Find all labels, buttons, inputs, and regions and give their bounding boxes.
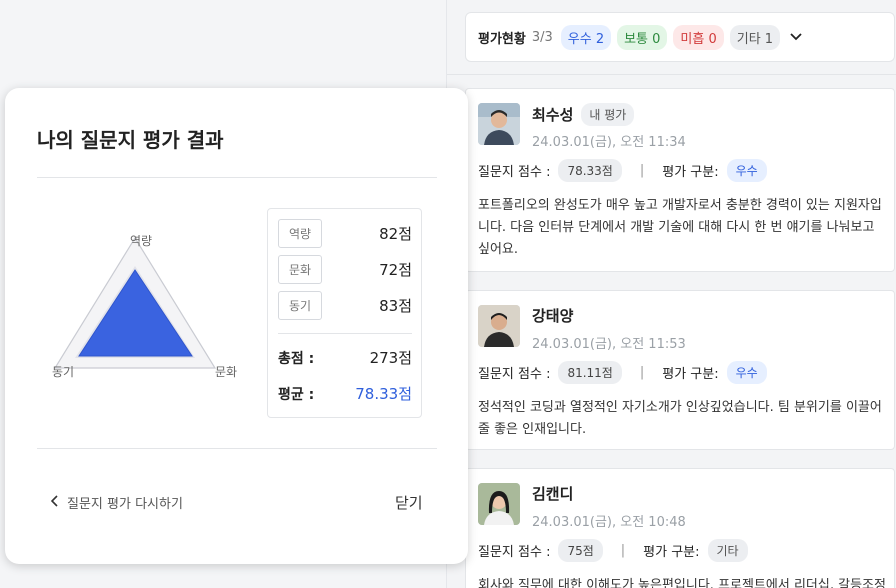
total-value: 273점: [369, 349, 412, 367]
score-label: 질문지 점수 :: [478, 545, 551, 560]
evaluation-card: 최수성 내 평가 24.03.01(금), 오전 11:34 질문지 점수 : …: [465, 88, 895, 272]
score-tag: 동기: [278, 291, 323, 320]
divider: [37, 448, 437, 449]
name-row: 김캔디: [532, 483, 573, 504]
chip-good[interactable]: 우수 2: [560, 24, 612, 50]
close-button[interactable]: 닫기: [395, 492, 423, 513]
score-row-capability: 역량 82점: [278, 219, 412, 248]
avatar: [478, 103, 520, 145]
evaluation-comment: 포트폴리오의 완성도가 매우 높고 개발자로서 충분한 경력이 있는 지원자입니…: [478, 198, 882, 257]
evaluation-comment: 정석적인 코딩과 열정적인 자기소개가 인상깊었습니다. 팀 분위기를 이끌어 …: [478, 400, 882, 437]
name-row: 강태양: [532, 305, 573, 326]
evaluator-name: 김캔디: [532, 485, 574, 503]
divider: [278, 333, 412, 334]
score-row-motivation: 동기 83점: [278, 291, 412, 320]
type-label: 평가 구분:: [662, 367, 719, 382]
name-row: 최수성 내 평가: [532, 103, 635, 126]
evaluation-list-panel: 평가현황 3/3 우수 2 보통 0 미흡 0 기타 1 최수성 내 평가 24…: [446, 0, 896, 588]
status-title: 평가현황: [478, 31, 526, 47]
divider: [447, 74, 896, 75]
my-evaluation-badge: 내 평가: [581, 103, 635, 126]
my-evaluation-result-modal: 나의 질문지 평가 결과 역량 동기 문화 역량 82점 문화 72점 동기 8…: [5, 88, 468, 564]
score-tag: 역량: [278, 219, 323, 248]
total-label: 총점 :: [278, 350, 315, 367]
evaluation-date: 24.03.01(금), 오전 11:34: [532, 135, 686, 150]
score-value: 82점: [379, 225, 412, 243]
separator: |: [639, 163, 645, 178]
evaluation-comment: 회사와 직무에 대한 이해도가 높은편입니다. 프로젝트에서 리더십, 갈등조정: [478, 578, 886, 588]
radar-label-motivation: 동기: [52, 365, 75, 379]
divider: [37, 177, 437, 178]
score-pill: 75점: [558, 539, 603, 562]
chip-poor[interactable]: 미흡 0: [673, 24, 724, 50]
type-pill: 기타: [707, 539, 748, 562]
evaluation-card: 강태양 24.03.01(금), 오전 11:53 질문지 점수 : 81.11…: [465, 290, 895, 450]
average-label: 평균 :: [278, 386, 315, 403]
avatar: [478, 483, 520, 525]
average-row: 평균 : 78.33점: [278, 383, 412, 404]
status-count: 3/3: [531, 29, 553, 45]
chip-normal[interactable]: 보통 0: [617, 24, 668, 50]
score-label: 질문지 점수 :: [478, 367, 551, 382]
separator: |: [639, 365, 645, 380]
score-value: 83점: [379, 297, 412, 315]
score-row: 질문지 점수 : 78.33점 | 평가 구분: 우수: [478, 159, 767, 182]
average-value: 78.33점: [355, 385, 412, 403]
chip-etc[interactable]: 기타 1: [729, 24, 781, 50]
total-row: 총점 : 273점: [278, 347, 412, 368]
type-label: 평가 구분:: [662, 165, 719, 180]
score-summary-box: 역량 82점 문화 72점 동기 83점 총점 : 273점 평균 : 78.3…: [267, 208, 422, 418]
avatar: [478, 305, 520, 347]
score-pill: 78.33점: [558, 159, 622, 182]
type-label: 평가 구분:: [643, 545, 700, 560]
retry-evaluation-button[interactable]: 질문지 평가 다시하기: [50, 493, 183, 512]
radar-label-capability: 역량: [130, 234, 153, 248]
chevron-left-icon: [50, 494, 59, 511]
type-pill: 우수: [726, 361, 767, 384]
score-label: 질문지 점수 :: [478, 165, 551, 180]
radar-label-culture: 문화: [215, 365, 238, 379]
evaluation-card: 김캔디 24.03.01(금), 오전 10:48 질문지 점수 : 75점 |…: [465, 468, 895, 588]
retry-label: 질문지 평가 다시하기: [67, 497, 183, 512]
type-pill: 우수: [726, 159, 767, 182]
evaluation-date: 24.03.01(금), 오전 10:48: [532, 515, 686, 530]
separator: |: [620, 543, 626, 558]
score-pill: 81.11점: [558, 361, 622, 384]
modal-title: 나의 질문지 평가 결과: [37, 128, 224, 152]
chevron-down-icon[interactable]: [790, 29, 802, 45]
evaluation-status-bar[interactable]: 평가현황 3/3 우수 2 보통 0 미흡 0 기타 1: [465, 12, 895, 62]
evaluation-date: 24.03.01(금), 오전 11:53: [532, 337, 686, 352]
score-row: 질문지 점수 : 75점 | 평가 구분: 기타: [478, 539, 748, 562]
score-row: 질문지 점수 : 81.11점 | 평가 구분: 우수: [478, 361, 767, 384]
evaluator-name: 최수성: [532, 106, 574, 124]
score-value: 72점: [379, 261, 412, 279]
evaluator-name: 강태양: [532, 307, 574, 325]
score-tag: 문화: [278, 255, 323, 284]
score-row-culture: 문화 72점: [278, 255, 412, 284]
